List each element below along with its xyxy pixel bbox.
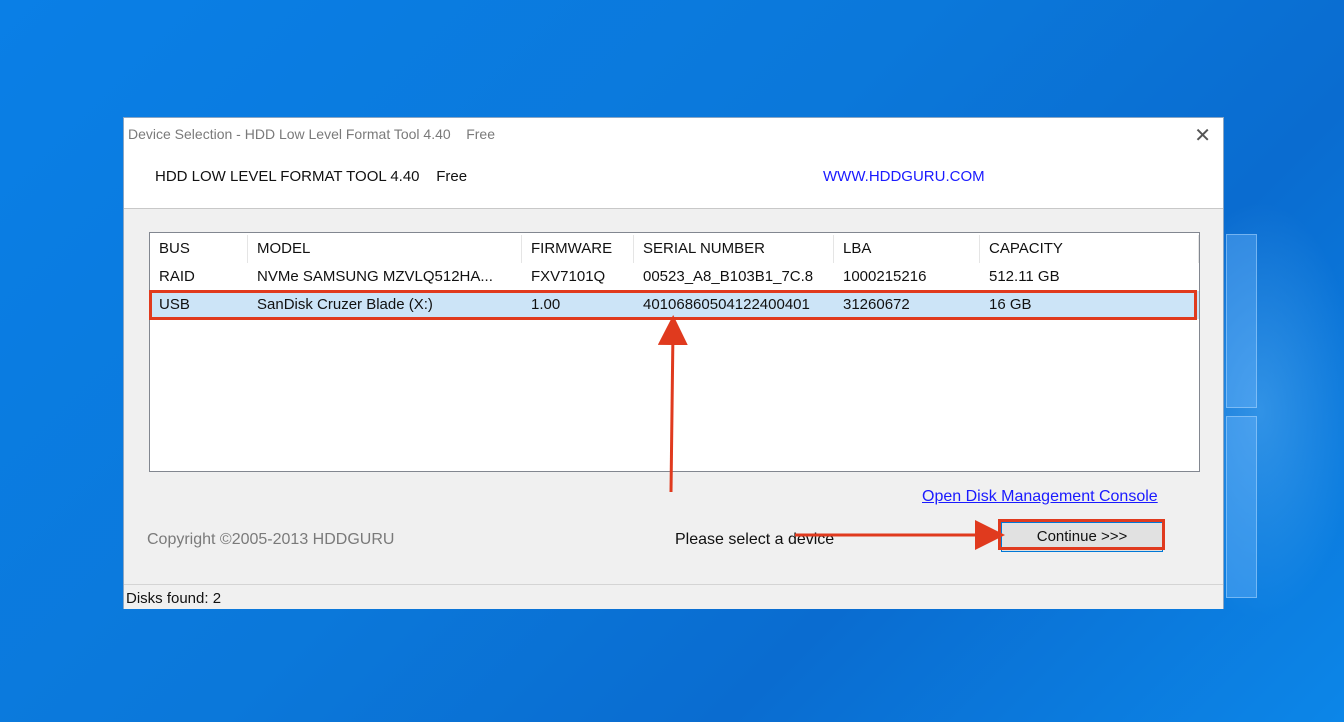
arrow-up-to-selected-row bbox=[657, 315, 688, 493]
annotation-arrows bbox=[657, 315, 1005, 550]
